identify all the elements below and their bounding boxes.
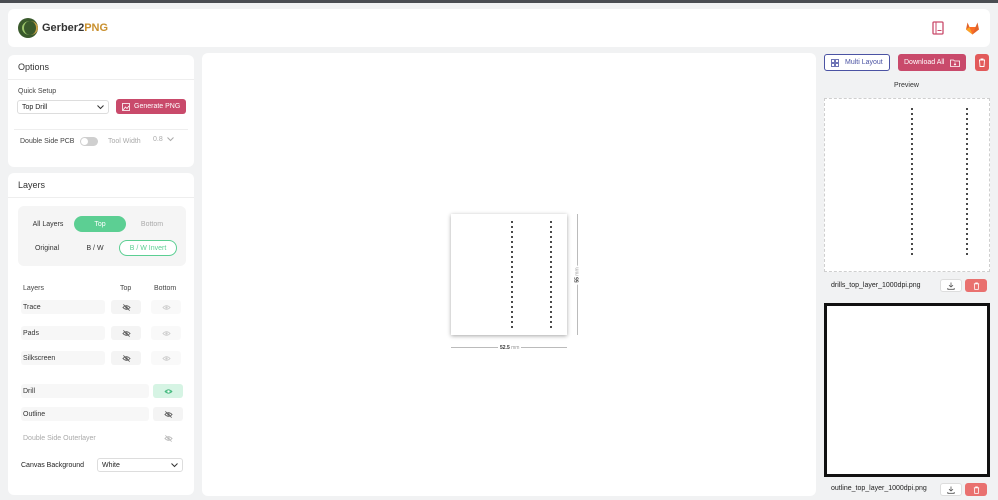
layer-view-segment: [18, 206, 186, 266]
eye-off-icon: [121, 354, 131, 362]
layer-row-outline: Outline: [21, 407, 149, 421]
silkscreen-bottom-visibility-toggle[interactable]: [151, 351, 181, 365]
top-col-header: Top: [120, 285, 132, 292]
layer-row-double-side-outerlayer: Double Side Outerlayer: [21, 431, 149, 445]
pads-top-visibility-toggle[interactable]: [111, 326, 141, 340]
download-icon: [947, 486, 955, 494]
chevron-down-icon: [97, 104, 104, 109]
view-bottom[interactable]: Bottom: [128, 216, 176, 232]
preview-drills-image[interactable]: [824, 98, 990, 272]
eye-off-icon: [121, 329, 131, 337]
layer-row-pads: Pads: [21, 326, 105, 340]
quick-setup-value: Top Drill: [22, 103, 48, 111]
app-logo[interactable]: Gerber2PNG: [18, 18, 108, 38]
delete-outline-button[interactable]: [965, 483, 987, 496]
chevron-down-icon: [171, 462, 178, 467]
chevron-down-icon: [166, 137, 174, 142]
folder-download-icon: [950, 59, 961, 67]
quick-setup-label: Quick Setup: [18, 88, 57, 95]
preview-drill-column-left: [911, 108, 914, 258]
drill-column-right: [550, 221, 553, 331]
outline-visibility-toggle[interactable]: [153, 407, 183, 421]
layers-col-header: Layers: [23, 285, 45, 292]
file-name-drills: drills_top_layer_1000dpi.png: [831, 282, 921, 289]
generate-png-button[interactable]: Generate PNG: [116, 99, 187, 114]
quick-setup-select[interactable]: Top Drill: [17, 100, 109, 114]
options-title: Options: [8, 55, 194, 80]
download-outline-button[interactable]: [940, 483, 962, 496]
download-drills-button[interactable]: [940, 279, 962, 292]
bottom-col-header: Bottom: [154, 285, 177, 292]
height-dimension-label: 55 mm: [574, 265, 581, 285]
layers-panel: Layers All Layers Top Bottom Original B …: [8, 173, 194, 495]
canvas-bg-label: Canvas Background: [21, 462, 85, 469]
eye-icon: [161, 304, 171, 310]
trash-icon: [973, 486, 979, 494]
pads-bottom-visibility-toggle[interactable]: [151, 326, 181, 340]
view-all-layers[interactable]: All Layers: [24, 216, 72, 232]
download-all-button[interactable]: Download All: [898, 54, 967, 71]
tool-width-value: 0.8: [153, 136, 163, 143]
image-icon: [122, 102, 130, 111]
tool-width-select[interactable]: 0.8: [153, 136, 174, 143]
multi-layout-label: Multi Layout: [845, 59, 883, 66]
layer-row-drill: Drill: [21, 384, 149, 398]
pcb-board-preview: [451, 214, 567, 335]
canvas-bg-select[interactable]: White: [97, 458, 183, 472]
preview-label: Preview: [894, 82, 919, 89]
output-panel: Multi Layout Download All Preview drills…: [820, 53, 994, 496]
trash-icon: [973, 282, 979, 290]
eye-off-icon: [163, 434, 173, 442]
layer-row-trace: Trace: [21, 300, 105, 314]
color-original[interactable]: Original: [24, 240, 70, 256]
preview-drill-column-right: [966, 108, 969, 258]
clear-all-button[interactable]: [975, 54, 989, 71]
double-side-label: Double Side PCB: [20, 138, 75, 145]
multi-layout-button[interactable]: Multi Layout: [824, 54, 890, 71]
download-icon: [947, 282, 955, 290]
logo-text: Gerber2PNG: [42, 22, 109, 34]
view-top[interactable]: Top: [74, 216, 126, 232]
trace-bottom-visibility-toggle[interactable]: [151, 300, 181, 314]
silkscreen-top-visibility-toggle[interactable]: [111, 351, 141, 365]
layers-title: Layers: [8, 173, 194, 198]
drill-visibility-toggle[interactable]: [153, 384, 183, 398]
eye-icon: [161, 330, 171, 336]
preview-outline-image[interactable]: [824, 303, 990, 477]
eye-icon: [164, 388, 172, 394]
color-bw[interactable]: B / W: [72, 240, 118, 256]
window-top-strip: [0, 0, 998, 3]
eye-off-icon: [163, 410, 173, 418]
delete-drills-button[interactable]: [965, 279, 987, 292]
eye-icon: [161, 355, 171, 361]
gitlab-icon[interactable]: [964, 20, 980, 36]
eye-off-icon: [121, 303, 131, 311]
app-header: Gerber2PNG: [8, 9, 990, 47]
trash-icon: [979, 58, 985, 67]
trace-top-visibility-toggle[interactable]: [111, 300, 141, 314]
divider: [14, 129, 188, 130]
canvas-bg-value: White: [102, 461, 120, 469]
color-bw-invert[interactable]: B / W Invert: [119, 240, 177, 256]
options-panel: Options Quick Setup Top Drill Generate P…: [8, 55, 194, 167]
width-dimension-label: 52.5 mm: [498, 345, 522, 351]
logo-icon: [18, 18, 38, 38]
download-all-label: Download All: [904, 59, 945, 66]
double-side-outerlayer-visibility-toggle[interactable]: [153, 431, 183, 445]
drill-column-left: [511, 221, 514, 331]
book-icon[interactable]: [930, 20, 946, 36]
grid-icon: [831, 58, 839, 67]
file-name-outline: outline_top_layer_1000dpi.png: [831, 485, 927, 492]
layer-row-silkscreen: Silkscreen: [21, 351, 105, 365]
tool-width-label: Tool Width: [108, 138, 141, 145]
double-side-toggle[interactable]: [80, 137, 98, 146]
generate-png-label: Generate PNG: [134, 103, 181, 110]
